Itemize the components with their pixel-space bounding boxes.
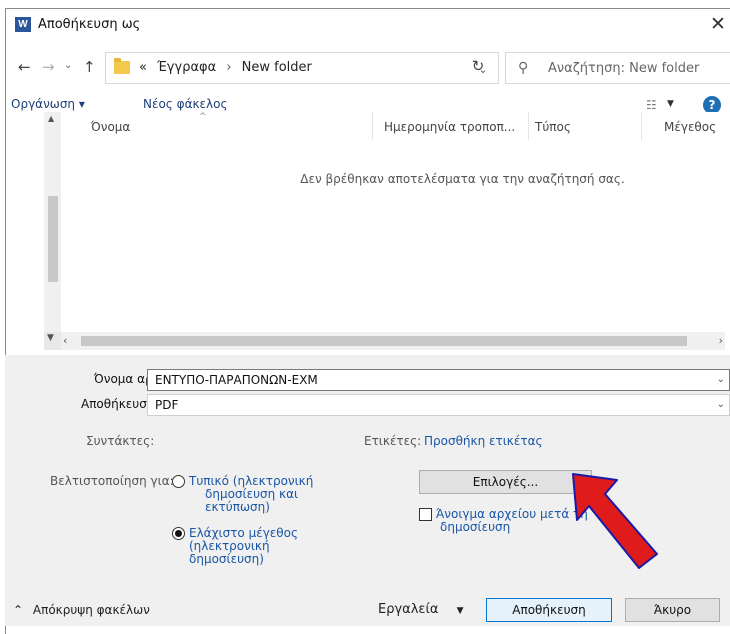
filename-input[interactable]: ΕΝΤΥΠΟ-ΠΑΡΑΠΟΝΩΝ-ΕΧΜ ⌄ xyxy=(147,369,730,391)
scroll-left-arrow-icon[interactable]: ‹ xyxy=(63,334,67,347)
column-separator[interactable] xyxy=(372,112,373,140)
column-header-date-modified[interactable]: Ημερομηνία τροποπ... xyxy=(384,120,515,134)
breadcrumb: « Έγγραφα › New folder xyxy=(139,60,312,75)
search-input[interactable]: ⚲ Αναζήτηση: New folder xyxy=(505,52,730,84)
recent-locations-chevron-icon[interactable]: ⌄ xyxy=(64,60,72,71)
view-options-chevron-icon[interactable]: ▼ xyxy=(667,99,674,109)
optimize-for-label: Βελτιστοποίηση για: xyxy=(50,474,174,488)
forward-arrow-icon[interactable]: → xyxy=(42,58,55,76)
address-bar[interactable]: « Έγγραφα › New folder ⌄ xyxy=(105,52,499,84)
red-annotation-arrow xyxy=(572,473,658,569)
breadcrumb-overflow[interactable]: « xyxy=(139,60,147,75)
sort-ascending-caret-icon: ^ xyxy=(199,112,207,122)
navigation-row: ← → ⌄ ↑ « Έγγραφα › New folder ⌄ ↻ ⚲ Ανα… xyxy=(6,52,730,84)
horizontal-scroll-thumb[interactable] xyxy=(81,336,687,346)
title-bar: W Αποθήκευση ως ✕ xyxy=(6,9,730,39)
window-title: Αποθήκευση ως xyxy=(38,17,141,32)
filename-value: ΕΝΤΥΠΟ-ΠΑΡΑΠΟΝΩΝ-ΕΧΜ xyxy=(155,373,318,387)
breadcrumb-item-documents[interactable]: Έγγραφα xyxy=(157,60,216,75)
scroll-up-arrow-icon[interactable]: ▲ xyxy=(48,114,54,123)
hide-folders-toggle[interactable]: ⌃ Απόκρυψη φακέλων xyxy=(13,603,150,617)
add-tag-link[interactable]: Προσθήκη ετικέτας xyxy=(424,434,543,448)
column-header-size[interactable]: Μέγεθος xyxy=(664,120,716,134)
save-type-select[interactable]: PDF ⌄ xyxy=(147,394,730,416)
radio-standard[interactable] xyxy=(172,475,185,488)
scroll-right-arrow-icon[interactable]: › xyxy=(719,334,723,347)
save-type-value: PDF xyxy=(155,398,179,412)
refresh-icon[interactable]: ↻ xyxy=(466,57,490,75)
radio-standard-label[interactable]: Τυπικό (ηλεκτρονική δημοσίευση και εκτύπ… xyxy=(189,475,313,514)
search-icon: ⚲ xyxy=(518,60,529,76)
close-icon[interactable]: ✕ xyxy=(707,13,729,35)
radio-minimum-size[interactable] xyxy=(172,527,185,540)
background-document-strip xyxy=(0,0,730,8)
authors-label: Συντάκτες: xyxy=(86,434,155,448)
save-button[interactable]: Αποθήκευση xyxy=(486,598,612,622)
tags-label: Ετικέτες: xyxy=(364,434,422,448)
save-type-dropdown-chevron-icon[interactable]: ⌄ xyxy=(717,399,725,410)
vertical-scrollbar[interactable]: ▲ xyxy=(44,112,61,332)
column-header-type[interactable]: Τύπος xyxy=(535,120,571,134)
cancel-button[interactable]: Άκυρο xyxy=(625,598,720,622)
new-folder-button[interactable]: Νέος φάκελος xyxy=(143,97,228,111)
vertical-scroll-thumb[interactable] xyxy=(48,196,58,282)
breadcrumb-separator-icon: › xyxy=(226,60,232,75)
column-header-name[interactable]: Όνομα xyxy=(91,120,130,134)
file-list-area[interactable] xyxy=(44,112,725,348)
arrow-shape xyxy=(572,473,658,569)
tools-dropdown-icon: ▼ xyxy=(456,606,464,616)
column-separator[interactable] xyxy=(528,112,529,140)
folder-icon xyxy=(114,58,130,74)
organize-button[interactable]: Οργάνωση ▾ xyxy=(11,97,85,111)
search-placeholder: Αναζήτηση: New folder xyxy=(548,61,700,76)
back-arrow-icon[interactable]: ← xyxy=(18,58,31,76)
tools-menu[interactable]: Εργαλεία ▼ xyxy=(378,602,463,617)
scroll-corner: ▼ xyxy=(44,332,61,350)
filename-dropdown-chevron-icon[interactable]: ⌄ xyxy=(717,374,725,385)
scroll-down-arrow-icon[interactable]: ▼ xyxy=(47,333,54,343)
column-separator[interactable] xyxy=(641,112,642,140)
chevron-up-icon: ⌃ xyxy=(13,603,24,617)
view-options-icon[interactable]: ☷ xyxy=(646,98,657,112)
breadcrumb-item-new-folder[interactable]: New folder xyxy=(242,60,312,75)
up-arrow-icon[interactable]: ↑ xyxy=(83,58,96,76)
column-headers: ^ Όνομα Ημερομηνία τροποπ... Τύπος Μέγεθ… xyxy=(61,112,725,140)
horizontal-scrollbar[interactable]: ‹ › xyxy=(61,332,725,350)
word-app-icon: W xyxy=(15,17,31,32)
radio-minimum-size-label[interactable]: Ελάχιστο μέγεθος (ηλεκτρονική δημοσίευση… xyxy=(189,527,298,566)
empty-results-message: Δεν βρέθηκαν αποτελέσματα για την αναζήτ… xyxy=(300,172,625,186)
open-after-publish-checkbox[interactable] xyxy=(419,508,432,521)
